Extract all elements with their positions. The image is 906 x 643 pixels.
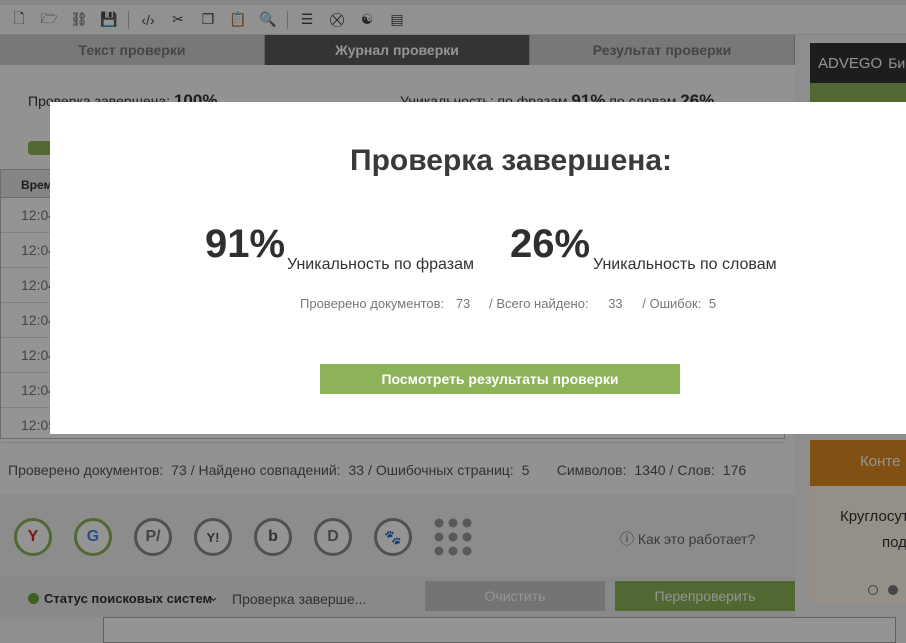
dialog-errors-label: / Ошибок:	[642, 296, 702, 311]
dialog-title: Проверка завершена:	[350, 144, 673, 177]
dialog-checked-value: 73	[455, 296, 471, 311]
words-uniqueness-label: Уникальность по словам	[593, 256, 777, 273]
phrases-uniqueness-value: 91%	[205, 222, 286, 266]
dialog-stats: Проверено документов: 73 / Всего найдено…	[300, 296, 724, 311]
dialog-errors-value: 5	[708, 296, 717, 311]
dialog-checked-label: Проверено документов:	[300, 296, 445, 311]
dialog-found-label: / Всего найдено:	[489, 296, 589, 311]
view-results-button[interactable]: Посмотреть результаты проверки	[320, 364, 680, 394]
dialog-found-value: 33	[608, 296, 623, 311]
words-uniqueness-value: 26%	[510, 222, 591, 266]
check-complete-dialog: Проверка завершена: 91% Уникальность по …	[50, 102, 906, 434]
phrases-uniqueness-label: Уникальность по фразам	[287, 256, 475, 273]
